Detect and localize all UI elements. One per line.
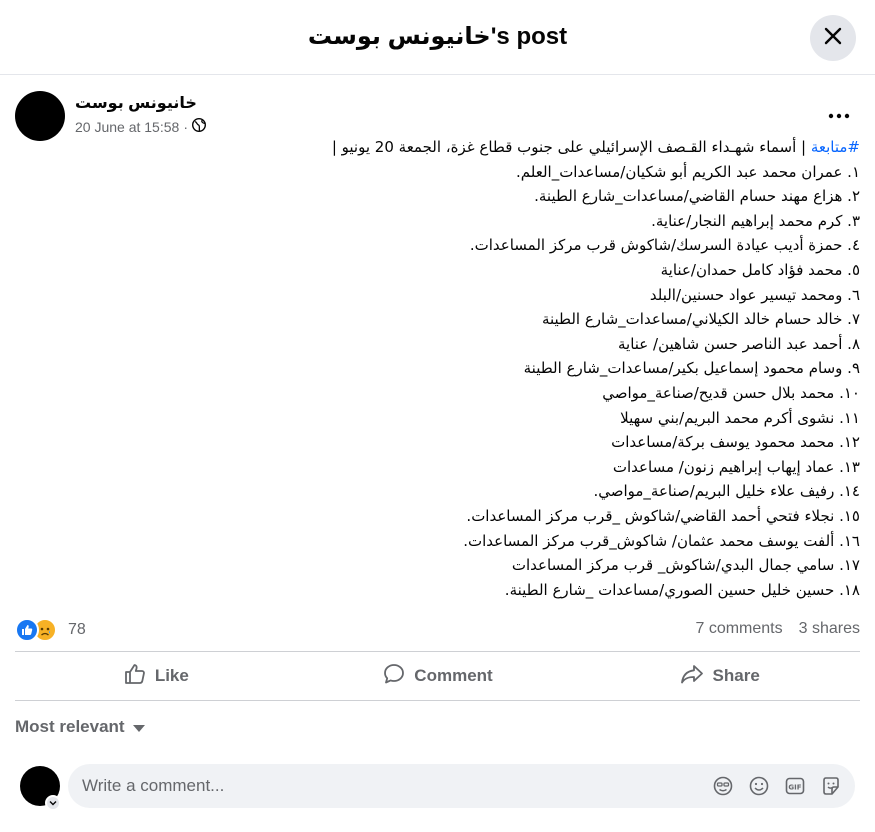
shares-count[interactable]: 3 shares xyxy=(799,620,860,638)
speech-bubble-icon xyxy=(382,662,406,691)
list-item: ٤. حمزة أديب عيادة السرسك/شاكوش قرب مركز… xyxy=(469,236,860,255)
list-item: ٣. كرم محمد إبراهيم النجار/عناية. xyxy=(651,211,860,230)
like-reaction-icon xyxy=(15,618,39,642)
svg-text:GIF: GIF xyxy=(788,784,801,792)
emoji-icon[interactable] xyxy=(747,774,771,798)
globe-icon xyxy=(191,117,206,135)
share-label: Share xyxy=(712,666,760,685)
comment-label: Comment xyxy=(414,666,493,685)
list-item: ١. عمران محمد عبد الكريم أبو شكيان/مساعد… xyxy=(516,162,860,181)
composer-icons: GIF xyxy=(711,774,843,798)
post-header: خانيونس بوست 20 June at 15:58 · xyxy=(15,91,860,141)
headline-text: | أسماء شهـداء القـصف الإسرائيلي على جنو… xyxy=(331,138,811,156)
list-item: ٥. محمد فؤاد كامل حمدان/عناية xyxy=(660,260,860,279)
dialog-title: خانيونس بوست's post xyxy=(307,23,568,50)
comment-input[interactable] xyxy=(68,764,708,808)
like-button[interactable]: Like xyxy=(15,652,297,700)
list-item: ٦. ومحمد تيسير عواد حسنين/البلد xyxy=(649,285,860,304)
caret-down-icon xyxy=(132,724,145,732)
chevron-down-icon[interactable] xyxy=(45,795,61,811)
list-item: ١٠. محمد بلال حسن قديح/صناعة_مواصي xyxy=(602,383,860,402)
reaction-count[interactable]: 78 xyxy=(68,621,86,639)
engagement-counts: 7 comments 3 shares xyxy=(695,620,860,638)
like-label: Like xyxy=(154,666,189,685)
comment-button[interactable]: Comment xyxy=(297,652,579,700)
sticker-icon[interactable] xyxy=(819,774,843,798)
reaction-icons[interactable] xyxy=(15,618,63,642)
list-item: ٧. خالد حسام خالد الكيلاني/مساعدات_شارع … xyxy=(541,310,860,329)
list-item: ١٤. رفيف علاء خليل البريم/صناعة_مواصي. xyxy=(593,482,860,501)
share-button[interactable]: Share xyxy=(578,652,860,700)
comment-box: GIF xyxy=(68,764,855,808)
list-item: ١٦. ألفت يوسف محمد عثمان/ شاكوش_قرب مركز… xyxy=(463,531,860,550)
author-avatar[interactable] xyxy=(15,91,65,141)
meta-separator: · xyxy=(183,118,188,135)
list-item: ١٥. نجلاء فتحي أحمد القاضي/شاكوش _قرب مر… xyxy=(466,506,860,525)
hashtag-link[interactable]: #متابعة xyxy=(811,138,860,156)
list-item: ٨. أحمد عبد الناصر حسن شاهين/ عناية xyxy=(617,334,860,353)
comments-count[interactable]: 7 comments xyxy=(695,620,782,638)
post-headline: #متابعة | أسماء شهـداء القـصف الإسرائيلي… xyxy=(15,135,860,160)
post-timestamp[interactable]: 20 June at 15:58 xyxy=(75,119,179,135)
sort-dropdown[interactable]: Most relevant xyxy=(15,716,145,738)
post-meta: 20 June at 15:58 · xyxy=(75,117,206,135)
comment-composer: GIF xyxy=(20,764,860,811)
share-arrow-icon xyxy=(679,662,705,691)
list-item: ٩. وسام محمود إسماعيل بكير/مساعدات_شارع … xyxy=(523,359,860,378)
close-button[interactable] xyxy=(810,15,856,61)
more-options-button[interactable] xyxy=(825,105,853,125)
gif-icon[interactable]: GIF xyxy=(783,774,807,798)
close-icon xyxy=(823,26,843,51)
sort-label: Most relevant xyxy=(15,717,125,736)
author-name[interactable]: خانيونس بوست xyxy=(75,93,197,113)
more-options-icon xyxy=(828,106,850,124)
dialog-header: خانيونس بوست's post xyxy=(0,0,875,75)
post-body: #متابعة | أسماء شهـداء القـصف الإسرائيلي… xyxy=(15,135,860,602)
avatar-sticker-icon[interactable] xyxy=(711,774,735,798)
list-item: ١٣. عماد إيهاب إبراهيم زنون/ مساعدات xyxy=(612,457,860,476)
list-item: ١٢. محمد محمود يوسف بركة/مساعدات xyxy=(611,433,860,452)
thumbs-up-icon xyxy=(123,662,147,691)
list-item: ١٨. حسين خليل حسين الصوري/مساعدات _شارع … xyxy=(504,580,860,599)
list-item: ١١. نشوى أكرم محمد البريم/بني سهيلا xyxy=(620,408,860,427)
reactions-row: 78 7 comments 3 shares xyxy=(15,615,860,645)
list-item: ٢. هزاع مهند حسام القاضي/مساعدات_شارع ال… xyxy=(534,187,860,206)
action-bar: Like Comment Share xyxy=(15,651,860,701)
list-item: ١٧. سامي جمال البدي/شاكوش_ قرب مركز المس… xyxy=(511,556,860,575)
